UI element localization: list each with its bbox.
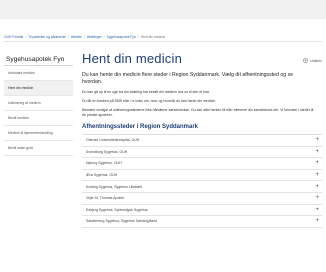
location-row[interactable]: Ærø Sygehus, OUH +: [82, 170, 322, 182]
info-paragraph-2: Du får en besked på SMS eller i e-boks o…: [82, 99, 217, 103]
location-label: Nyborg Sygehus, OUH: [86, 161, 122, 166]
location-label: Svendborg Sygehus, OUH: [86, 149, 128, 154]
sidebar-item[interactable]: Medicin til hjemmebehandling: [4, 126, 73, 141]
location-label: Odense Universitetshospital, OUH: [86, 138, 140, 143]
sidebar-title: Sygehusapotek Fyn: [4, 53, 73, 66]
plus-icon[interactable]: +: [315, 195, 319, 201]
location-row[interactable]: Odense Universitetshospital, OUH +: [82, 135, 322, 147]
main-content: Hent din medicin Udskriv Du kan hente di…: [82, 52, 322, 228]
location-list: Odense Universitetshospital, OUH + Svendbo…: [82, 134, 322, 228]
sidebar-item[interactable]: Udlevering af medicin: [4, 96, 73, 111]
sidebar-item[interactable]: Hent din medicin: [4, 81, 73, 96]
page-title: Hent din medicin: [82, 51, 183, 66]
breadcrumb-separator: /: [103, 35, 105, 39]
section-title: Afhentningssteder i Region Syddanmark: [82, 124, 199, 130]
sidebar-item[interactable]: Bestil siden godt: [4, 141, 73, 156]
plus-icon[interactable]: +: [315, 218, 319, 224]
breadcrumb-separator: /: [25, 35, 27, 39]
breadcrumb-item: Hent din medicin: [140, 35, 166, 39]
plus-icon[interactable]: +: [315, 172, 319, 178]
breadcrumb: OUH Forside / Til patienter og pårørende / A…: [4, 35, 322, 39]
plus-icon[interactable]: +: [315, 184, 319, 190]
sidebar: Sygehusapotek Fyn Ambulant medicin Hent d…: [4, 53, 73, 156]
location-row[interactable]: Sønderborg Sygehus, Sygehus Sønderjyllan…: [82, 216, 322, 228]
location-row[interactable]: Nyborg Sygehus, OUH +: [82, 158, 322, 170]
sidebar-item[interactable]: Ambulant medicin: [4, 66, 73, 81]
sidebar-item[interactable]: Bestil medicin: [4, 111, 73, 126]
breadcrumb-item[interactable]: Sygehusapotek Fyn: [107, 35, 136, 39]
plus-icon[interactable]: +: [315, 137, 319, 143]
breadcrumb-item[interactable]: Afsnitte: [71, 35, 82, 39]
location-label: Vejle St. Thomas Apotek: [86, 196, 125, 201]
location-label: Ærø Sygehus, OUH: [86, 173, 118, 178]
breadcrumb-separator: /: [137, 35, 139, 39]
plus-icon[interactable]: +: [315, 149, 319, 155]
location-label: Kolding Sygehus, Sygehus Lillebælt: [86, 184, 142, 189]
breadcrumb-item[interactable]: Til patienter og pårørende: [28, 35, 66, 39]
breadcrumb-separator: /: [83, 35, 85, 39]
share-icon: [303, 58, 308, 63]
plus-icon[interactable]: +: [315, 160, 319, 166]
location-label: Esbjerg Sygehus, Sydvestjysk Sygehus: [86, 207, 148, 212]
print-label: Udskriv: [310, 58, 322, 63]
breadcrumb-divider: [4, 41, 322, 42]
info-paragraph-3: Bemærk venligst at udleveringsstederne i…: [82, 108, 314, 117]
location-label: Sønderborg Sygehus, Sygehus Sønderjyllan…: [86, 219, 158, 224]
location-row[interactable]: Kolding Sygehus, Sygehus Lillebælt +: [82, 181, 322, 193]
info-paragraph-1: Du kan gå op til en uge fra din afdeling…: [82, 90, 210, 94]
top-bar: [0, 0, 326, 19]
plus-icon[interactable]: +: [315, 207, 319, 213]
breadcrumb-item[interactable]: OUH Forside: [4, 35, 23, 39]
lead-text: Du kan hente din medicin flere steder i …: [82, 72, 294, 85]
location-row[interactable]: Svendborg Sygehus, OUH +: [82, 147, 322, 159]
breadcrumb-separator: /: [68, 35, 69, 39]
breadcrumb-item[interactable]: Afdelinger: [87, 35, 102, 39]
location-row[interactable]: Esbjerg Sygehus, Sydvestjysk Sygehus +: [82, 205, 322, 217]
print-button[interactable]: Udskriv: [303, 58, 322, 63]
location-row[interactable]: Vejle St. Thomas Apotek +: [82, 193, 322, 205]
